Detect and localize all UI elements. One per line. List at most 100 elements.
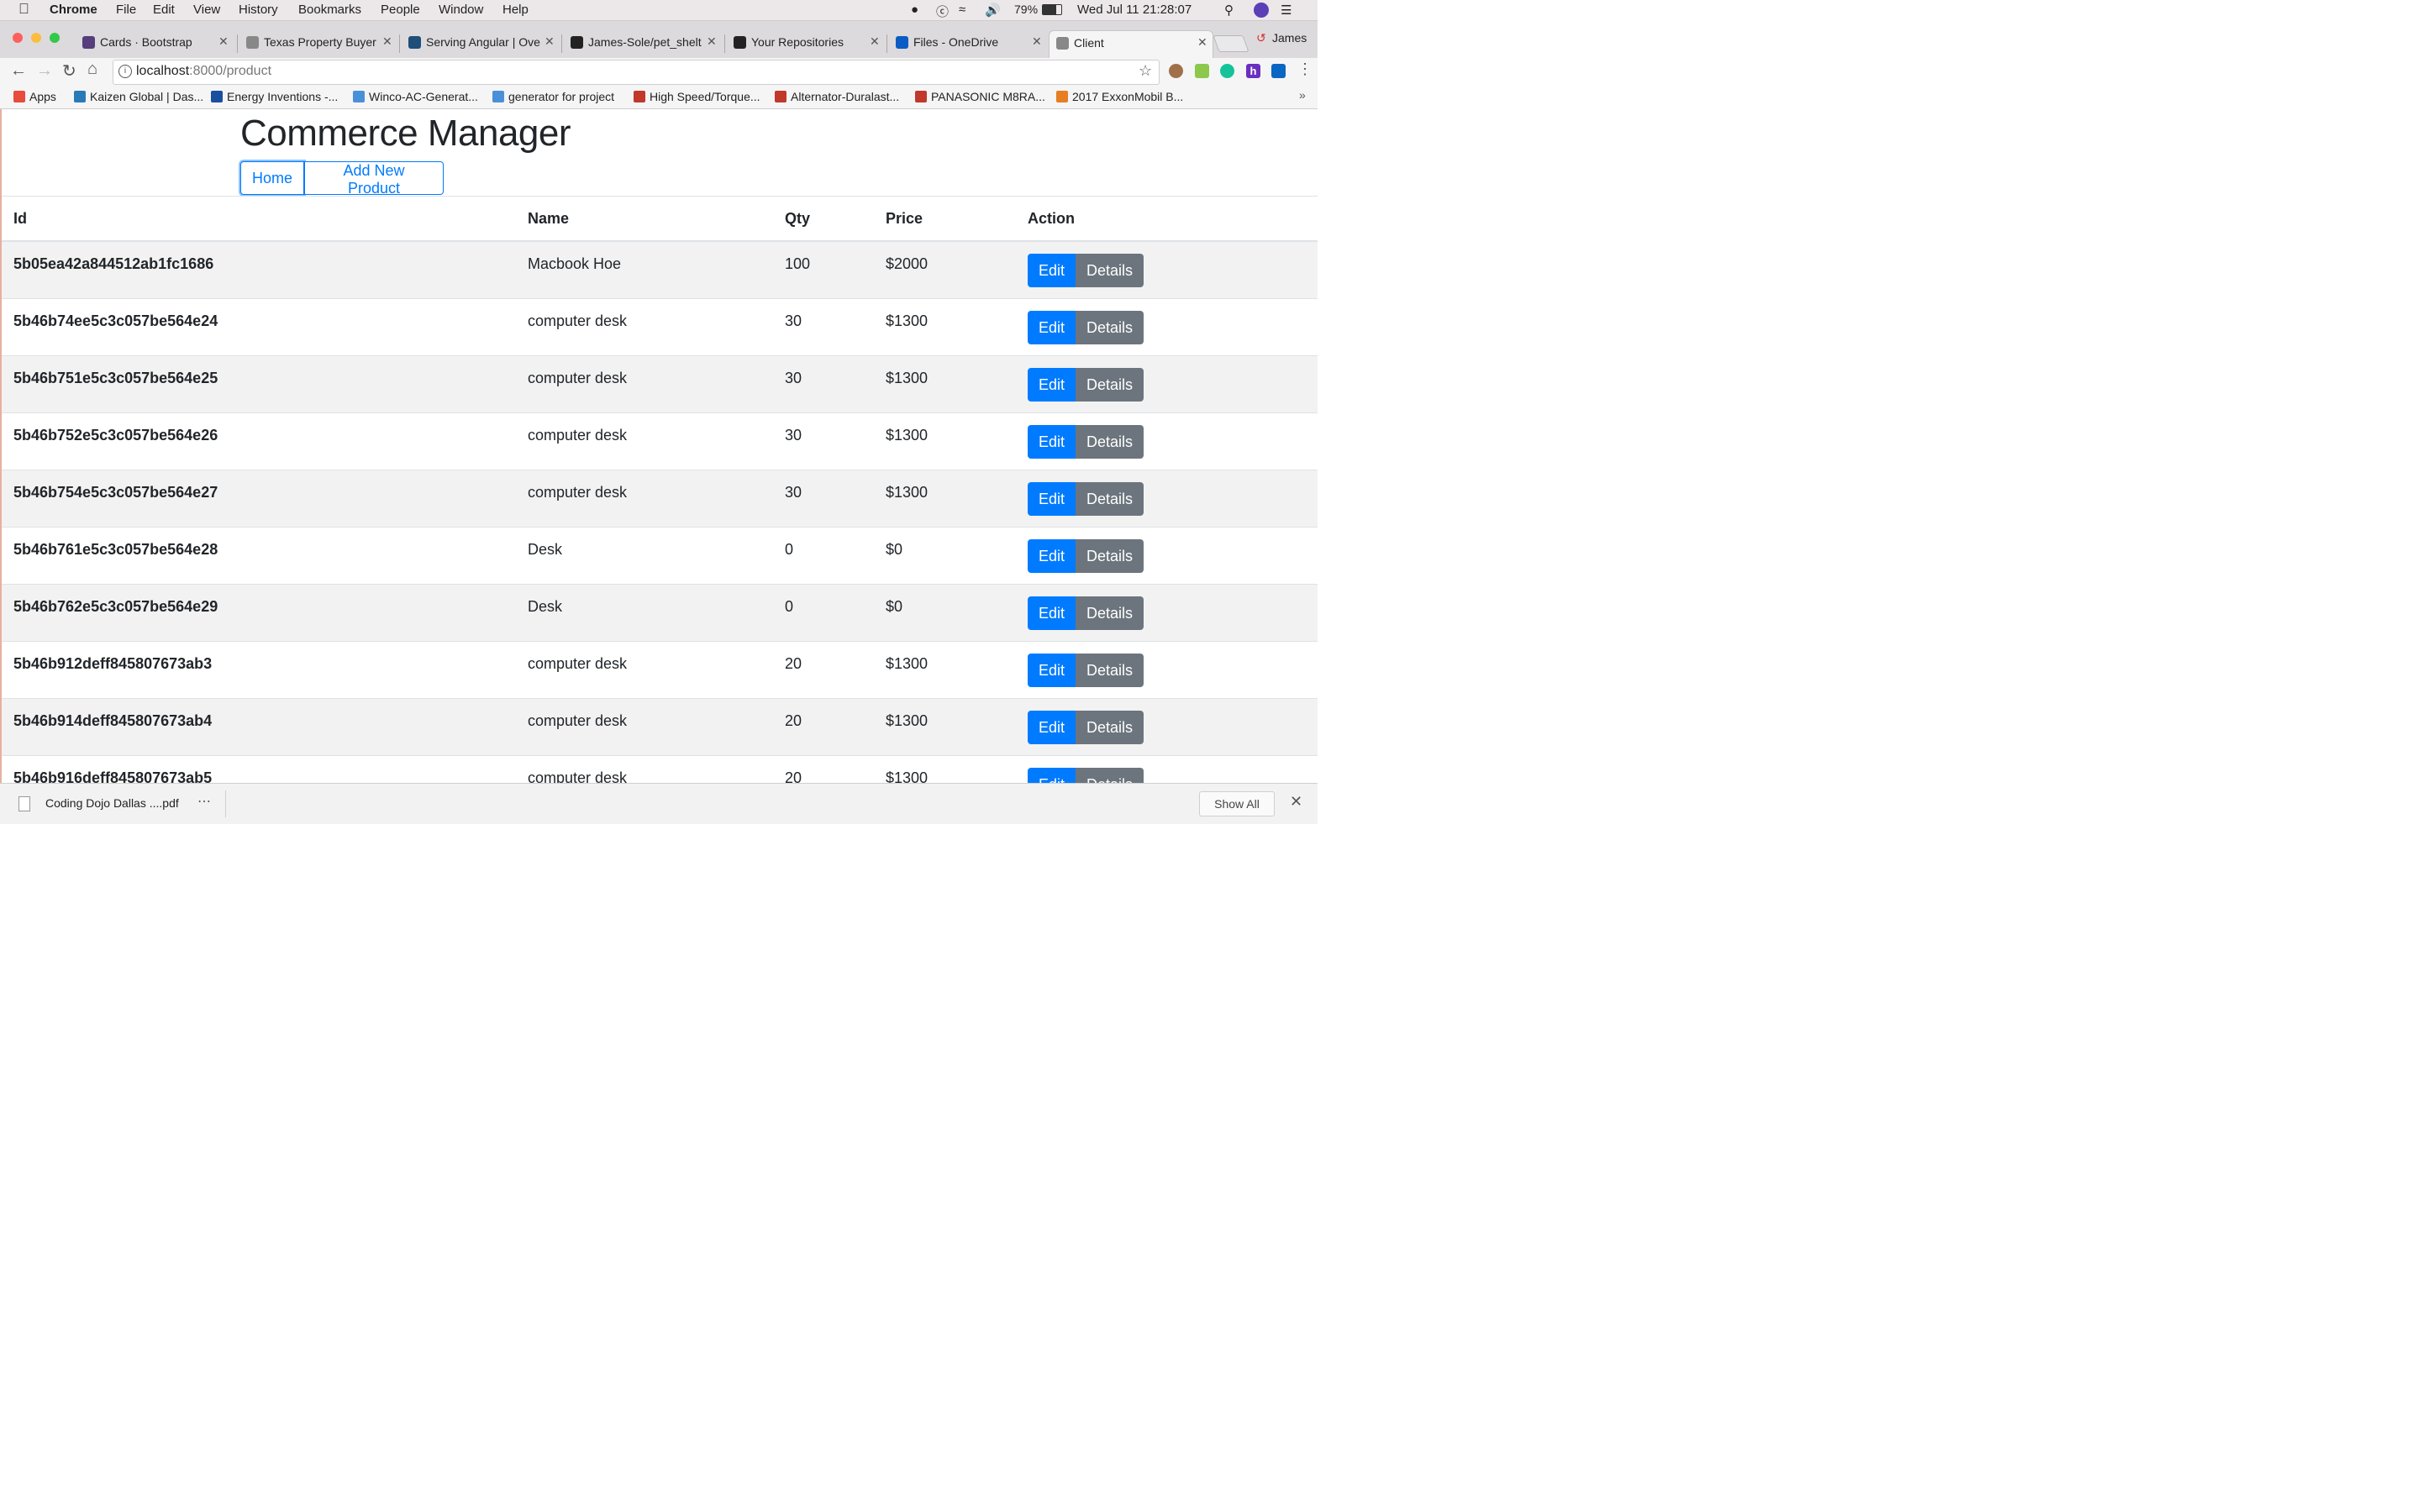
- add-new-product-button[interactable]: Add New Product: [304, 161, 444, 197]
- edit-button[interactable]: Edit: [1028, 653, 1076, 687]
- browser-tab[interactable]: Client ✕: [1049, 30, 1213, 59]
- battery-icon[interactable]: [1042, 4, 1062, 15]
- apple-menu-icon[interactable]: : [18, 1, 29, 18]
- download-options-icon[interactable]: ⋯: [197, 793, 211, 810]
- menu-window[interactable]: Window: [439, 3, 483, 17]
- bookmark-item[interactable]: PANASONIC M8RA...: [915, 90, 1045, 103]
- address-bar[interactable]: i localhost:8000/product ☆: [113, 60, 1160, 85]
- chrome-menu-icon[interactable]: ⋮: [1297, 60, 1313, 78]
- edit-button[interactable]: Edit: [1028, 596, 1076, 630]
- notification-center-icon[interactable]: ☰: [1281, 3, 1292, 18]
- bookmark-apps[interactable]: Apps: [13, 90, 56, 103]
- info-icon[interactable]: i: [118, 65, 132, 78]
- edit-button[interactable]: Edit: [1028, 767, 1076, 783]
- browser-tab[interactable]: Your Repositories ✕: [727, 30, 885, 58]
- bookmark-item[interactable]: High Speed/Torque...: [634, 90, 760, 103]
- browser-tab[interactable]: Texas Property Buyer ✕: [239, 30, 397, 58]
- bookmark-item[interactable]: Alternator-Duralast...: [775, 90, 899, 103]
- new-tab-button[interactable]: [1213, 35, 1249, 52]
- menu-edit[interactable]: Edit: [153, 3, 175, 17]
- cell-price: $1300: [874, 469, 1016, 527]
- bookmark-star-icon[interactable]: ☆: [1139, 62, 1152, 80]
- bookmark-item[interactable]: Energy Inventions -...: [211, 90, 338, 103]
- page-viewport: Commerce Manager Home Add New Product Id…: [0, 109, 1318, 783]
- table-row: 5b46b912deff845807673ab3 computer desk 20 $…: [2, 640, 1318, 698]
- details-button[interactable]: Details: [1076, 481, 1144, 516]
- edit-button[interactable]: Edit: [1028, 310, 1076, 344]
- tab-close-icon[interactable]: ✕: [218, 34, 229, 49]
- browser-tab[interactable]: Files - OneDrive ✕: [889, 30, 1047, 58]
- bookmark-item[interactable]: Winco-AC-Generat...: [353, 90, 478, 103]
- browser-tab[interactable]: Serving Angular | Ove ✕: [402, 30, 560, 58]
- window-minimize-button[interactable]: [31, 33, 41, 43]
- table-row: 5b46b752e5c3c057be564e26 computer desk 30 $…: [2, 412, 1318, 470]
- menu-file[interactable]: File: [116, 3, 136, 17]
- clock[interactable]: Wed Jul 11 21:28:07: [1077, 3, 1192, 17]
- browser-tab[interactable]: Cards · Bootstrap ✕: [76, 30, 234, 58]
- details-button[interactable]: Details: [1076, 424, 1144, 459]
- address-url[interactable]: localhost:8000/product: [136, 64, 271, 79]
- tab-close-icon[interactable]: ✕: [382, 34, 392, 49]
- cell-id: 5b46b914deff845807673ab4: [2, 697, 516, 755]
- table-row: 5b46b751e5c3c057be564e25 computer desk 30 $…: [2, 354, 1318, 412]
- nodejs-extension-icon[interactable]: [1195, 64, 1209, 78]
- bookmark-label: High Speed/Torque...: [650, 90, 760, 103]
- bookmark-item[interactable]: generator for project: [492, 90, 614, 103]
- skype-icon[interactable]: ⓒ: [936, 3, 949, 20]
- page-title: Commerce Manager: [240, 113, 571, 154]
- menu-help[interactable]: Help: [502, 3, 529, 17]
- menu-people[interactable]: People: [381, 3, 420, 17]
- tab-close-icon[interactable]: ✕: [707, 34, 717, 49]
- menu-app-chrome[interactable]: Chrome: [50, 3, 97, 17]
- edit-button[interactable]: Edit: [1028, 367, 1076, 402]
- cell-qty: 0: [773, 526, 874, 584]
- window-close-button[interactable]: [13, 33, 23, 43]
- spotlight-search-icon[interactable]: ⚲: [1224, 3, 1234, 18]
- back-arrow-icon[interactable]: ←: [10, 61, 27, 81]
- home-icon[interactable]: ⌂: [87, 60, 97, 79]
- menu-view[interactable]: View: [193, 3, 220, 17]
- edit-button[interactable]: Edit: [1028, 710, 1076, 744]
- volume-icon[interactable]: 🔊: [985, 3, 1001, 18]
- forward-arrow-icon[interactable]: →: [36, 61, 53, 81]
- profile-icon[interactable]: ↺: [1256, 31, 1266, 45]
- grammarly-extension-icon[interactable]: [1220, 64, 1234, 78]
- download-filename[interactable]: Coding Dojo Dallas ....pdf: [45, 796, 179, 810]
- tab-close-icon[interactable]: ✕: [870, 34, 880, 49]
- tab-close-icon[interactable]: ✕: [1197, 35, 1207, 50]
- details-button[interactable]: Details: [1076, 310, 1144, 344]
- menu-bookmarks[interactable]: Bookmarks: [298, 3, 361, 17]
- details-button[interactable]: Details: [1076, 653, 1144, 687]
- edit-button[interactable]: Edit: [1028, 538, 1076, 573]
- edit-button[interactable]: Edit: [1028, 481, 1076, 516]
- details-button[interactable]: Details: [1076, 767, 1144, 783]
- show-all-button[interactable]: Show All: [1199, 791, 1275, 816]
- menu-history[interactable]: History: [239, 3, 278, 17]
- home-button[interactable]: Home: [240, 161, 304, 195]
- window-zoom-button[interactable]: [50, 33, 60, 43]
- extension-avatar-icon[interactable]: [1169, 64, 1183, 78]
- details-button[interactable]: Details: [1076, 710, 1144, 744]
- bookmark-item[interactable]: Kaizen Global | Das...: [74, 90, 203, 103]
- details-button[interactable]: Details: [1076, 254, 1144, 287]
- bookmark-item[interactable]: 2017 ExxonMobil B...: [1056, 90, 1183, 103]
- wifi-icon[interactable]: ≈: [959, 3, 965, 17]
- column-header-qty: Qty: [773, 196, 874, 242]
- creative-cloud-icon[interactable]: ●: [911, 3, 918, 17]
- linkedin-extension-icon[interactable]: [1271, 64, 1286, 78]
- tab-close-icon[interactable]: ✕: [1032, 34, 1042, 49]
- edit-button[interactable]: Edit: [1028, 254, 1076, 287]
- edit-button[interactable]: Edit: [1028, 424, 1076, 459]
- siri-icon[interactable]: [1254, 3, 1269, 18]
- details-button[interactable]: Details: [1076, 367, 1144, 402]
- details-button[interactable]: Details: [1076, 538, 1144, 573]
- profile-name[interactable]: James: [1272, 31, 1307, 45]
- details-button[interactable]: Details: [1076, 596, 1144, 630]
- honey-extension-icon[interactable]: h: [1246, 64, 1260, 78]
- reload-icon[interactable]: ↻: [62, 60, 76, 81]
- close-download-shelf-icon[interactable]: ✕: [1290, 793, 1302, 811]
- column-header-name: Name: [516, 196, 773, 242]
- bookmarks-overflow-icon[interactable]: »: [1299, 88, 1306, 102]
- tab-close-icon[interactable]: ✕: [544, 34, 555, 49]
- browser-tab[interactable]: James-Sole/pet_shelt ✕: [564, 30, 722, 58]
